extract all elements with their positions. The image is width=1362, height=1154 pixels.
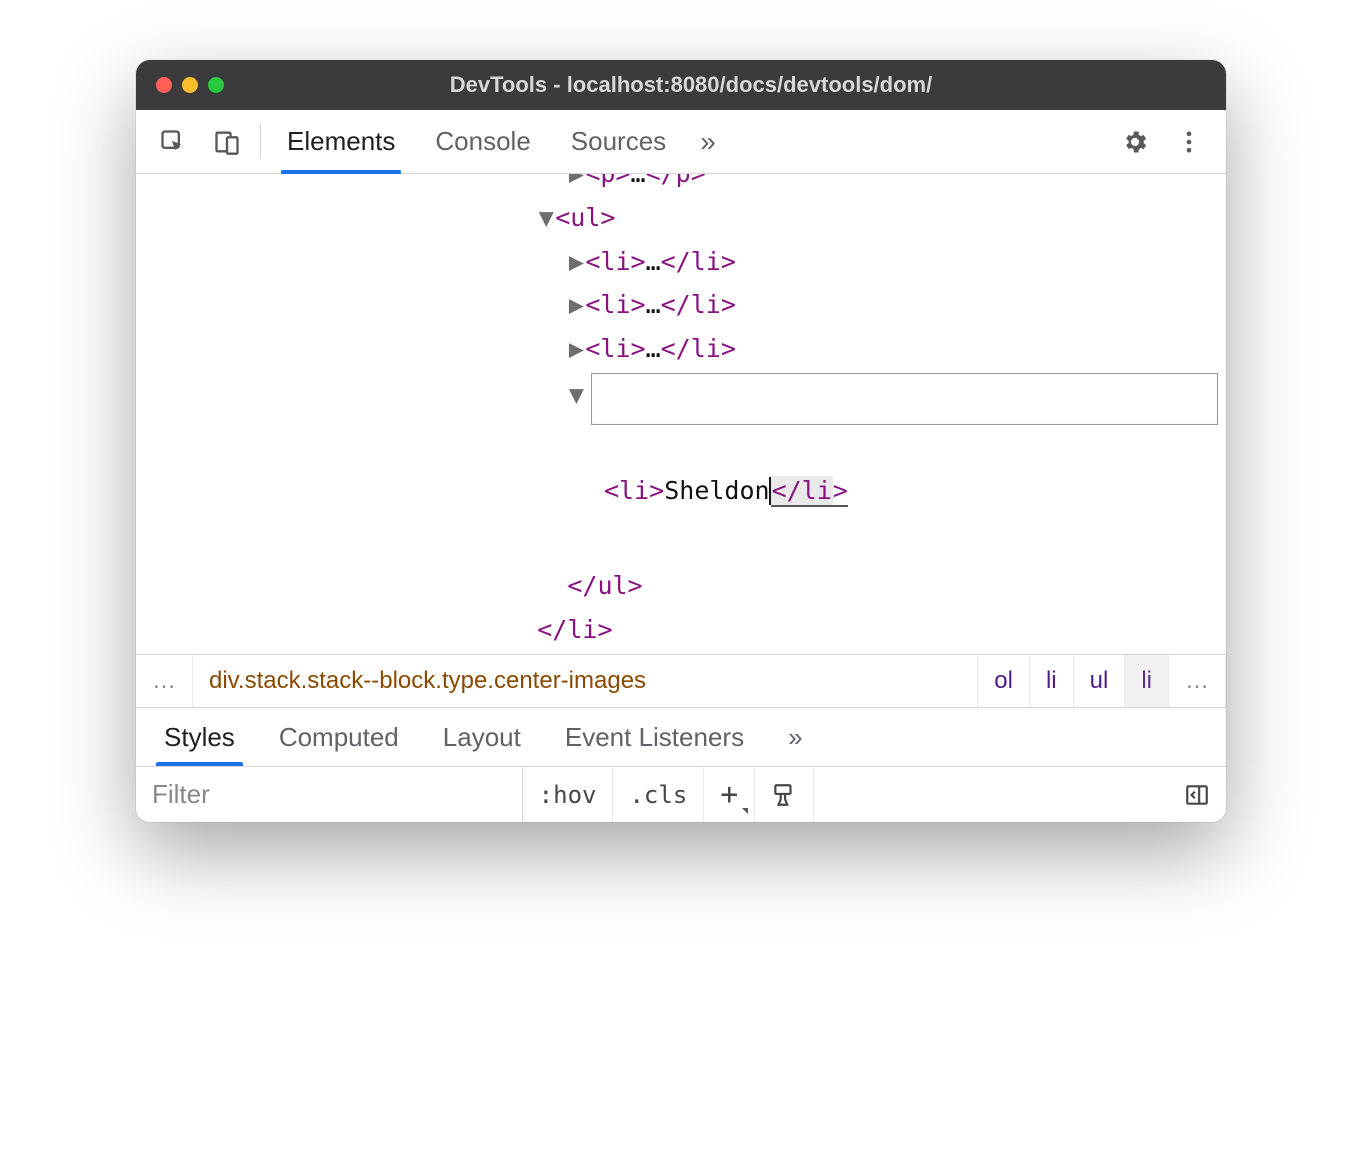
styles-filter-bar: :hov .cls + — [136, 766, 1226, 822]
divider — [260, 124, 261, 159]
styles-filter-input[interactable] — [136, 767, 523, 822]
html-edit-input[interactable]: <li>Sheldon</li> — [591, 373, 1218, 425]
tab-event-listeners[interactable]: Event Listeners — [543, 708, 766, 766]
breadcrumb-item-main[interactable]: div.stack.stack--block.type.center-image… — [193, 655, 978, 707]
dom-node-li-collapsed[interactable]: ▶<li>…</li> — [136, 651, 1226, 654]
close-window-button[interactable] — [156, 77, 172, 93]
paint-brush-icon[interactable] — [755, 767, 814, 822]
dom-node-li-collapsed[interactable]: ▶<li>…</li> — [136, 240, 1226, 284]
main-toolbar: Elements Console Sources » — [136, 110, 1226, 174]
breadcrumb-item-selected[interactable]: li — [1125, 655, 1169, 707]
kebab-menu-icon[interactable] — [1162, 128, 1216, 156]
breadcrumb: … div.stack.stack--block.type.center-ima… — [136, 654, 1226, 708]
cls-toggle-button[interactable]: .cls — [613, 767, 704, 822]
toggle-computed-sidebar-icon[interactable] — [1168, 767, 1226, 822]
dom-tree[interactable]: ▶<p>…</p> ▼<ul> ▶<li>…</li> ▶<li>…</li> … — [136, 174, 1226, 654]
dom-node-li-close[interactable]: </li> — [136, 608, 1226, 652]
styles-panel-tabs: Styles Computed Layout Event Listeners » — [136, 708, 1226, 766]
window-title: DevTools - localhost:8080/docs/devtools/… — [236, 72, 1206, 98]
hov-toggle-button[interactable]: :hov — [523, 767, 614, 822]
breadcrumb-item-li[interactable]: li — [1030, 655, 1074, 707]
tab-sources[interactable]: Sources — [551, 110, 686, 173]
minimize-window-button[interactable] — [182, 77, 198, 93]
traffic-lights — [156, 77, 224, 93]
fullscreen-window-button[interactable] — [208, 77, 224, 93]
breadcrumb-ellipsis-left[interactable]: … — [136, 655, 193, 707]
devtools-window: DevTools - localhost:8080/docs/devtools/… — [136, 60, 1226, 822]
panel-tabs: Elements Console Sources » — [267, 110, 730, 173]
inspect-element-icon[interactable] — [146, 110, 200, 173]
tab-computed[interactable]: Computed — [257, 708, 421, 766]
tab-layout[interactable]: Layout — [421, 708, 543, 766]
tab-console[interactable]: Console — [415, 110, 550, 173]
settings-icon[interactable] — [1108, 128, 1162, 156]
dom-node-ul-open[interactable]: ▼<ul> — [136, 196, 1226, 240]
more-styles-tabs-icon[interactable]: » — [766, 708, 824, 766]
dom-node-truncated[interactable]: ▶<p>…</p> — [136, 174, 1226, 196]
tab-styles[interactable]: Styles — [142, 708, 257, 766]
tab-elements[interactable]: Elements — [267, 110, 415, 173]
more-tabs-icon[interactable]: » — [686, 110, 730, 173]
dom-node-li-collapsed[interactable]: ▶<li>…</li> — [136, 327, 1226, 371]
new-style-rule-button[interactable]: + — [704, 767, 755, 822]
device-toolbar-icon[interactable] — [200, 110, 254, 173]
breadcrumb-item-ul[interactable]: ul — [1074, 655, 1126, 707]
breadcrumb-ellipsis-right[interactable]: … — [1169, 655, 1226, 707]
breadcrumb-item-ol[interactable]: ol — [978, 655, 1030, 707]
dom-node-li-collapsed[interactable]: ▶<li>…</li> — [136, 283, 1226, 327]
dom-node-editing[interactable]: ▼ <li>Sheldon</li> — [136, 373, 1226, 548]
titlebar: DevTools - localhost:8080/docs/devtools/… — [136, 60, 1226, 110]
